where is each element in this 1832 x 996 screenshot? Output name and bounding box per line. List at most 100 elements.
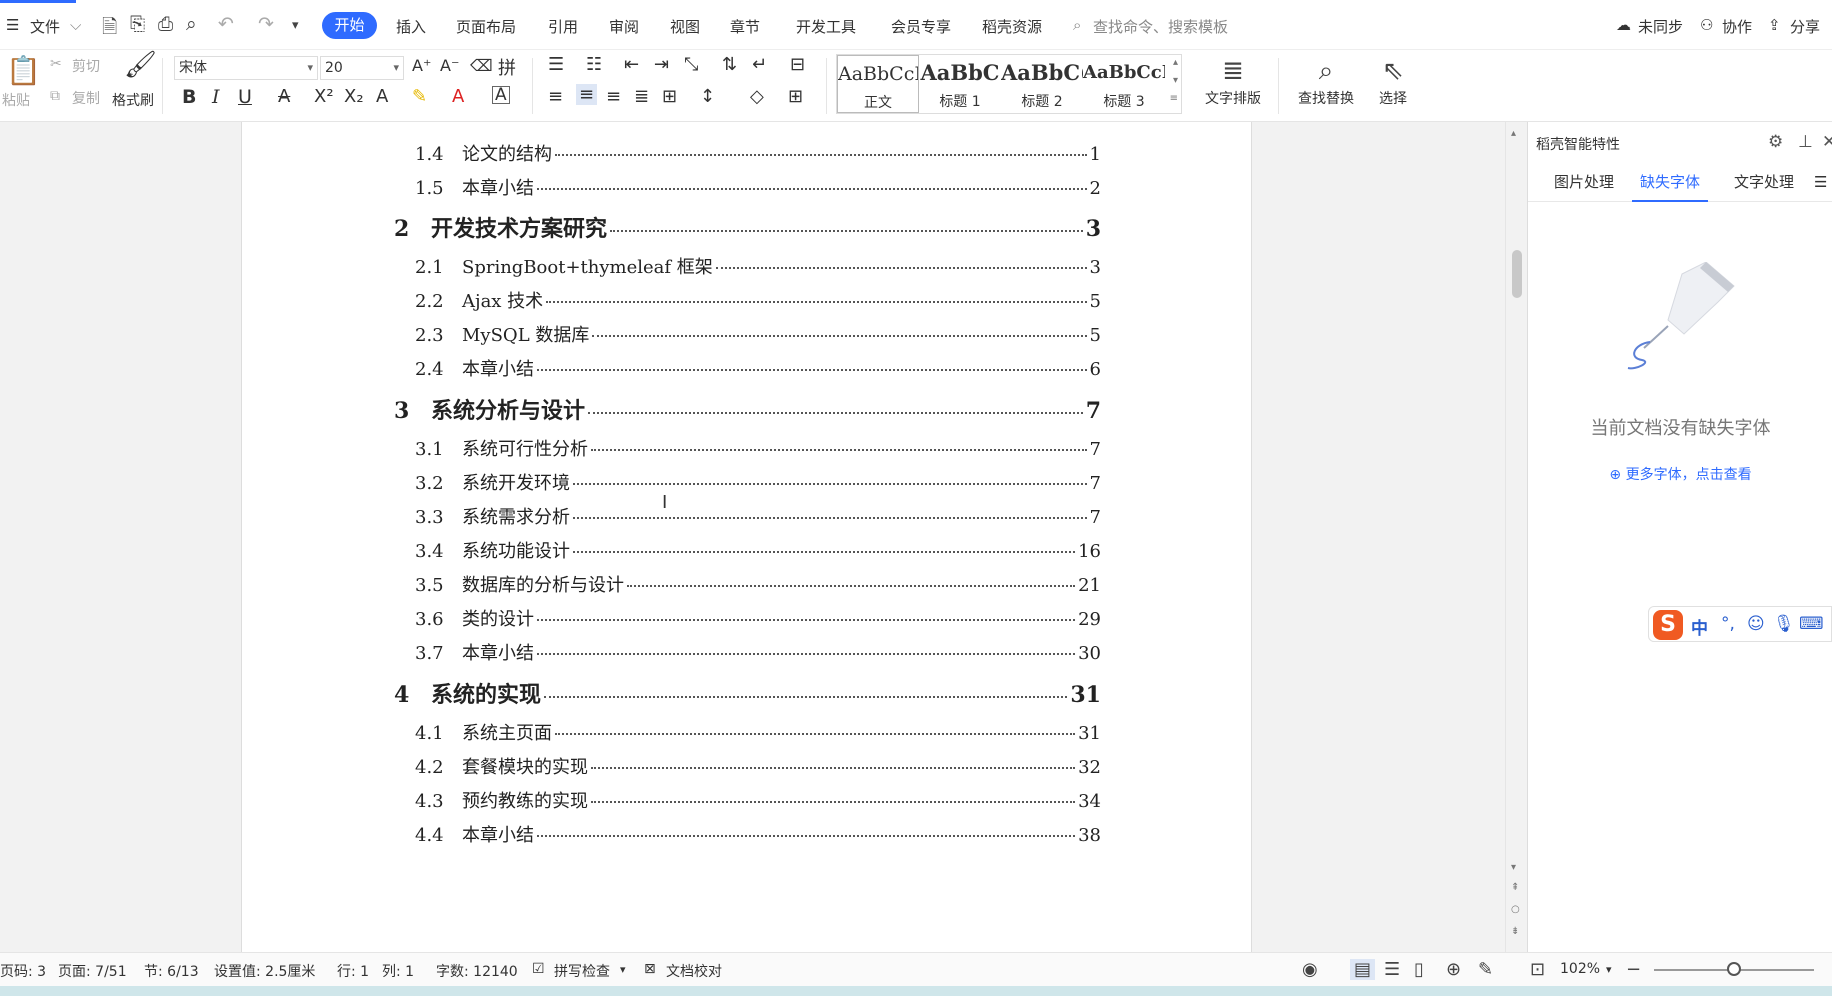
paste-button[interactable]: 粘贴 [2, 90, 30, 110]
spell-check-button[interactable]: 拼写检查 [554, 961, 610, 981]
tab-references[interactable]: 引用 [548, 16, 578, 37]
share-button[interactable]: 分享 [1790, 16, 1820, 37]
toc-section-entry[interactable]: 4.4 本章小结 38 [242, 821, 1253, 847]
line-spacing-icon[interactable]: ↕ [700, 86, 715, 107]
vertical-scrollbar[interactable]: ▴ ▾ ⇞ ○ ⇟ [1505, 122, 1527, 952]
collaborate-button[interactable]: 协作 [1722, 16, 1752, 37]
search-icon[interactable]: ⌕ [1073, 16, 1081, 34]
tab-home[interactable]: 开始 [322, 12, 377, 39]
word-count-status[interactable]: 字数: 12140 [436, 961, 518, 981]
align-center-icon[interactable]: ≡ [576, 84, 598, 105]
scrollbar-thumb[interactable] [1512, 250, 1522, 298]
style-scroll-up-icon[interactable]: ▴ [1173, 57, 1178, 68]
write-mode-icon[interactable]: ✎ [1478, 959, 1493, 980]
increase-font-icon[interactable]: A⁺ [412, 56, 431, 75]
print-preview-icon[interactable]: ⌕ [186, 13, 197, 35]
toc-chapter-entry[interactable]: 4 系统的实现 31 [242, 677, 1253, 709]
outline-view-icon[interactable]: ☰ [1384, 959, 1400, 980]
page-status[interactable]: 页面: 7/51 [58, 961, 127, 981]
numbered-list-icon[interactable]: ☷ [586, 54, 602, 75]
spell-check-icon[interactable]: ☑ [532, 961, 545, 977]
command-search-input[interactable]: 查找命令、搜索模板 [1093, 16, 1228, 37]
toc-section-entry[interactable]: 3.2 系统开发环境 7 [242, 469, 1253, 495]
tab-page-layout[interactable]: 页面布局 [456, 16, 516, 37]
toc-section-entry[interactable]: 2.2 Ajax 技术 5 [242, 287, 1253, 313]
document-page[interactable]: I 1.4 论文的结构 1 1.5 本章小结 2 2 开发技术方案研究 3 2.1 SpringBo… [241, 122, 1252, 952]
tab-insert[interactable]: 插入 [396, 16, 426, 37]
eye-protection-icon[interactable]: ◉ [1302, 959, 1318, 980]
emoji-icon[interactable]: ☺ [1747, 614, 1765, 634]
setting-value-status[interactable]: 设置值: 2.5厘米 [214, 961, 315, 981]
zoom-level[interactable]: 102% [1560, 961, 1600, 977]
copy-icon[interactable]: ⧉ [50, 88, 60, 104]
toc-section-entry[interactable]: 3.1 系统可行性分析 7 [242, 435, 1253, 461]
close-icon[interactable]: ✕ [1822, 132, 1832, 152]
style-scroll-down-icon[interactable]: ▾ [1173, 75, 1178, 86]
text-layout-button[interactable]: ≣ 文字排版 [1196, 54, 1270, 108]
customize-dropdown-icon[interactable]: ▾ [292, 18, 299, 33]
zoom-out-icon[interactable]: − [1626, 959, 1641, 980]
font-family-select[interactable]: 宋体 ▾ [174, 56, 318, 80]
copy-button[interactable]: 复制 [72, 88, 100, 108]
bullet-list-icon[interactable]: ☰ [548, 54, 564, 75]
cloud-sync-icon[interactable]: ☁ [1616, 16, 1631, 34]
toc-section-entry[interactable]: 4.2 套餐模块的实现 32 [242, 753, 1253, 779]
subscript-icon[interactable]: X₂ [344, 86, 364, 107]
export-pdf-icon[interactable]: ⎘ [130, 13, 145, 35]
italic-icon[interactable]: I [212, 86, 220, 108]
decrease-indent-icon[interactable]: ⇤ [624, 54, 639, 75]
tab-missing-fonts[interactable]: 缺失字体 [1632, 170, 1709, 202]
save-icon[interactable]: 🗎 [102, 13, 117, 45]
redo-icon[interactable]: ↷ [258, 13, 274, 35]
tab-chapter[interactable]: 章节 [730, 16, 760, 37]
align-right-icon[interactable]: ≡ [606, 86, 621, 107]
share-icon[interactable]: ⇪ [1768, 16, 1781, 34]
scroll-down-icon[interactable]: ▾ [1511, 862, 1516, 873]
ime-mode-indicator[interactable]: 中 [1691, 614, 1708, 639]
next-page-icon[interactable]: ⇟ [1511, 926, 1519, 937]
format-painter-icon[interactable]: 🖌 [124, 50, 157, 80]
font-size-select[interactable]: 20 ▾ [320, 56, 404, 80]
increase-indent-icon[interactable]: ⇥ [654, 54, 669, 75]
toc-section-entry[interactable]: 2.3 MySQL 数据库 5 [242, 321, 1253, 347]
style-more-icon[interactable]: ≡ [1170, 93, 1178, 104]
chevron-down-icon[interactable]: ▾ [620, 963, 626, 976]
tab-text-processing[interactable]: 文字处理 [1734, 170, 1794, 202]
select-button[interactable]: ⇖ 选择 [1368, 54, 1418, 108]
microphone-icon[interactable]: 🎙 [1773, 614, 1795, 634]
tab-view[interactable]: 视图 [670, 16, 700, 37]
tab-docer-resources[interactable]: 稻壳资源 [982, 16, 1042, 37]
pin-icon[interactable]: ⊥ [1798, 132, 1813, 152]
find-replace-button[interactable]: ⌕ 查找替换 [1288, 54, 1364, 108]
chevron-down-icon[interactable]: ⌵ [70, 16, 81, 34]
toc-section-entry[interactable]: 3.5 数据库的分析与设计 21 [242, 571, 1253, 597]
page-code-status[interactable]: 页码: 3 [0, 961, 46, 981]
undo-icon[interactable]: ↶ [218, 13, 234, 35]
tab-review[interactable]: 审阅 [609, 16, 639, 37]
decrease-font-icon[interactable]: A⁻ [440, 56, 459, 75]
shading-icon[interactable]: ◇ [750, 86, 764, 107]
tab-settings-icon[interactable]: ⊟ [790, 54, 805, 75]
format-painter-button[interactable]: 格式刷 [112, 90, 154, 110]
distributed-align-icon[interactable]: ⊞ [662, 86, 677, 107]
font-color-icon[interactable]: A [452, 86, 464, 107]
cut-icon[interactable]: ✂ [50, 56, 62, 72]
keyboard-icon[interactable]: ⌨ [1799, 614, 1824, 634]
chevron-down-icon[interactable]: ▾ [1606, 963, 1612, 976]
style-heading-1[interactable]: AaBbC 标题 1 [919, 55, 1001, 113]
scroll-up-icon[interactable]: ▴ [1511, 128, 1516, 139]
toc-section-entry[interactable]: 3.7 本章小结 30 [242, 639, 1253, 665]
style-normal[interactable]: AaBbCcI 正文 [837, 55, 919, 113]
web-view-icon[interactable]: ⊕ [1446, 959, 1461, 980]
menu-icon[interactable]: ☰ [1814, 170, 1827, 202]
panel-title[interactable]: 稻壳智能特性 [1536, 134, 1620, 154]
toc-section-entry[interactable]: 3.4 系统功能设计 16 [242, 537, 1253, 563]
strikethrough-icon[interactable]: A [278, 86, 290, 107]
highlight-icon[interactable]: ✎ [412, 86, 427, 107]
browse-object-icon[interactable]: ○ [1511, 904, 1520, 915]
reading-view-icon[interactable]: ▯ [1414, 959, 1424, 980]
punctuation-icon[interactable]: °, [1721, 614, 1735, 634]
paragraph-mark-icon[interactable]: ↵ [752, 54, 767, 75]
toc-section-entry[interactable]: 4.1 系统主页面 31 [242, 719, 1253, 745]
borders-icon[interactable]: ⊞ [788, 86, 803, 107]
